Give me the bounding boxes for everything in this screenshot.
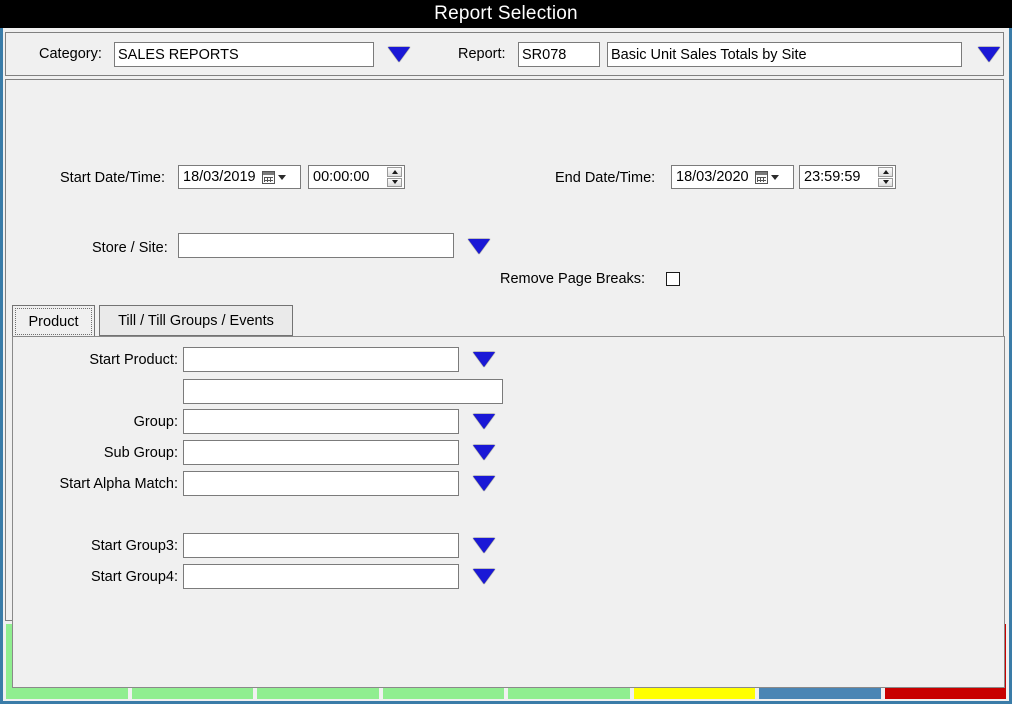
page-title: Report Selection bbox=[434, 3, 578, 24]
spinner-down-icon[interactable] bbox=[387, 177, 402, 187]
start-product-dropdown-icon[interactable] bbox=[473, 352, 495, 367]
start-group3-label: Start Group3: bbox=[90, 537, 178, 554]
spinner-up-icon[interactable] bbox=[878, 167, 893, 177]
start-datetime-label: Start Date/Time: bbox=[60, 170, 166, 186]
start-group4-dropdown-icon[interactable] bbox=[473, 569, 495, 584]
start-time-value: 00:00:00 bbox=[313, 169, 370, 185]
sub-group-dropdown-icon[interactable] bbox=[473, 445, 495, 460]
store-site-dropdown-icon[interactable] bbox=[468, 239, 490, 254]
remove-page-breaks-label: Remove Page Breaks: bbox=[500, 271, 646, 287]
sub-group-row: Sub Group: bbox=[13, 440, 495, 465]
spinner-icon[interactable] bbox=[878, 167, 893, 187]
filters-panel: Start Date/Time: 18/03/2019 00:00:00 End… bbox=[5, 79, 1005, 688]
remove-page-breaks-checkbox[interactable] bbox=[666, 272, 680, 286]
group-dropdown-icon[interactable] bbox=[473, 414, 495, 429]
report-label: Report: bbox=[458, 46, 506, 62]
start-group4-row: Start Group4: bbox=[13, 564, 495, 589]
start-date-picker[interactable]: 18/03/2019 bbox=[178, 165, 301, 189]
sub-group-input[interactable] bbox=[183, 440, 459, 465]
tab-product[interactable]: Product bbox=[12, 305, 95, 338]
window-titlebar: Report Selection bbox=[0, 0, 1012, 28]
start-date-value: 18/03/2019 bbox=[183, 169, 256, 185]
product-description-input[interactable] bbox=[183, 379, 503, 404]
report-dropdown-icon[interactable] bbox=[978, 47, 1000, 62]
store-site-label: Store / Site: bbox=[92, 240, 168, 256]
report-selection-window: Report Selection Category: SALES REPORTS… bbox=[0, 0, 1012, 704]
calendar-icon[interactable] bbox=[754, 170, 768, 184]
start-product-label: Start Product: bbox=[89, 351, 178, 368]
start-group3-input[interactable] bbox=[183, 533, 459, 558]
start-alpha-match-label: Start Alpha Match: bbox=[59, 475, 178, 492]
tab-till-till-groups-events[interactable]: Till / Till Groups / Events bbox=[99, 305, 293, 336]
start-alpha-match-row: Start Alpha Match: bbox=[13, 471, 495, 496]
end-date-picker[interactable]: 18/03/2020 bbox=[671, 165, 794, 189]
start-group3-row: Start Group3: bbox=[13, 533, 495, 558]
start-group3-dropdown-icon[interactable] bbox=[473, 538, 495, 553]
report-name-input[interactable]: Basic Unit Sales Totals by Site bbox=[607, 42, 962, 67]
chevron-down-icon[interactable] bbox=[277, 174, 286, 180]
tab-product-label: Product bbox=[28, 313, 79, 330]
start-product-input[interactable] bbox=[183, 347, 459, 372]
start-alpha-match-dropdown-icon[interactable] bbox=[473, 476, 495, 491]
spinner-icon[interactable] bbox=[387, 167, 402, 187]
tab-till-label: Till / Till Groups / Events bbox=[118, 312, 274, 329]
chevron-down-icon[interactable] bbox=[770, 174, 779, 180]
spinner-down-icon[interactable] bbox=[878, 177, 893, 187]
product-description-row bbox=[13, 379, 503, 404]
calendar-icon[interactable] bbox=[261, 170, 275, 184]
end-date-value: 18/03/2020 bbox=[676, 169, 749, 185]
start-alpha-match-input[interactable] bbox=[183, 471, 459, 496]
start-time-spinner[interactable]: 00:00:00 bbox=[308, 165, 405, 189]
group-label: Group: bbox=[133, 413, 178, 430]
store-site-input[interactable] bbox=[178, 233, 454, 258]
category-input[interactable]: SALES REPORTS bbox=[114, 42, 374, 67]
spinner-up-icon[interactable] bbox=[387, 167, 402, 177]
end-datetime-label: End Date/Time: bbox=[555, 170, 656, 186]
report-selection-panel: Category: SALES REPORTS Report: SR078 Ba… bbox=[5, 32, 1004, 76]
start-group4-label: Start Group4: bbox=[90, 568, 178, 585]
start-product-row: Start Product: bbox=[13, 347, 495, 372]
end-time-spinner[interactable]: 23:59:59 bbox=[799, 165, 896, 189]
group-input[interactable] bbox=[183, 409, 459, 434]
category-label: Category: bbox=[39, 46, 102, 62]
category-dropdown-icon[interactable] bbox=[388, 47, 410, 62]
start-group4-input[interactable] bbox=[183, 564, 459, 589]
sub-group-label: Sub Group: bbox=[103, 444, 178, 461]
group-row: Group: bbox=[13, 409, 495, 434]
end-time-value: 23:59:59 bbox=[804, 169, 861, 185]
product-filter-group: Start Product: Group: Sub Group: Start A… bbox=[12, 336, 1005, 688]
report-code-input[interactable]: SR078 bbox=[518, 42, 600, 67]
